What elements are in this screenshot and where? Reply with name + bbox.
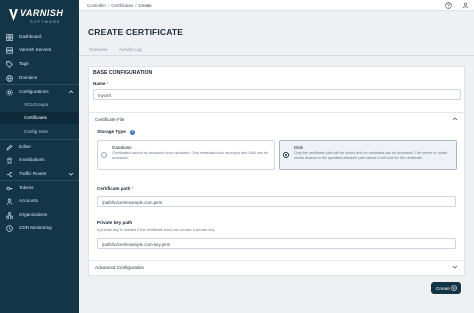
sidebar-subitem-config-sets[interactable]: Config Sets: [0, 126, 79, 138]
sidebar-subitem-label: Config Sets: [24, 129, 48, 134]
sidebar-item-organizations[interactable]: Organizations: [0, 209, 79, 221]
storage-type-label: Storage Type: [97, 129, 126, 134]
sidebar-item-label: Editor: [19, 144, 32, 149]
sidebar-divider: [0, 180, 79, 181]
sidebar-item-dashboard[interactable]: Dashboard: [0, 31, 79, 43]
sidebar-item-editor[interactable]: Editor: [0, 141, 79, 153]
info-icon[interactable]: ?: [130, 129, 135, 135]
tab-activity-log[interactable]: Activity Log: [119, 47, 141, 52]
help-icon[interactable]: [445, 2, 452, 9]
sidebar-item-tags[interactable]: Tags: [0, 58, 79, 70]
advanced-configuration-label: Advanced Configuration: [95, 265, 145, 270]
certificate-path-label-text: Certificate path: [97, 186, 131, 191]
domain-icon: [6, 74, 13, 82]
sidebar-item-varnish-servers[interactable]: Varnish Servers: [0, 44, 79, 56]
sidebar-item-label: Varnish Servers: [19, 47, 52, 52]
storage-option-description: Only the certificate path will be stored…: [294, 151, 448, 160]
sidebar-subitem-label: Certificates: [24, 115, 47, 120]
certificate-file-label: Certificate File: [95, 117, 125, 122]
certificate-path-input[interactable]: /path/to/cert/example.com.pem: [97, 196, 456, 207]
storage-option-disk[interactable]: Disk Only the certificate path will be s…: [279, 140, 457, 170]
radio-disk[interactable]: [283, 152, 289, 158]
sidebar-item-label: Tokens: [19, 185, 34, 190]
editor-icon: [6, 144, 13, 151]
brand-subtitle: SOFTWARE: [30, 19, 61, 24]
required-marker: *: [106, 81, 109, 86]
private-key-help-text: A private key is needed if the certifica…: [97, 228, 216, 232]
storage-option-title: Disk: [294, 145, 303, 150]
section-title: BASE CONFIGURATION: [93, 70, 153, 76]
sidebar-item-label: Tags: [19, 61, 29, 66]
page-title: CREATE CERTIFICATE: [88, 27, 184, 37]
sidebar: VARNISH SOFTWARE Dashboard Varnish Serve…: [0, 0, 79, 313]
breadcrumb-item-certificates[interactable]: Certificates: [111, 3, 133, 8]
storage-option-description: Certificates cannot be accessed once upl…: [112, 151, 268, 160]
sidebar-item-configurations[interactable]: Configurations: [0, 86, 79, 98]
cdn-monitoring-icon: [6, 224, 13, 232]
sidebar-divider: [0, 139, 79, 140]
sidebar-item-traffic-router[interactable]: Traffic Router: [0, 168, 79, 180]
sidebar-item-cdn-monitoring[interactable]: CDN Monitoring: [0, 222, 79, 234]
sidebar-item-label: Traffic Router: [19, 171, 47, 176]
required-marker: *: [131, 186, 134, 191]
create-button-label: Create: [436, 285, 450, 291]
storage-option-database[interactable]: Database Certificates cannot be accessed…: [97, 140, 275, 170]
radio-database[interactable]: [101, 152, 107, 158]
dashboard-icon: [6, 33, 13, 41]
traffic-router-icon: [6, 171, 12, 177]
sidebar-item-label: Domains: [19, 75, 38, 80]
chevron-down-icon: [452, 265, 458, 269]
chevron-up-icon: [68, 89, 74, 93]
certificate-file-section[interactable]: Certificate File: [89, 112, 464, 124]
user-icon[interactable]: [462, 2, 469, 9]
private-key-path-input[interactable]: /path/to/cert/example.com-key.pem: [97, 238, 456, 249]
sidebar-item-label: Organizations: [19, 212, 48, 217]
name-label-text: Name: [93, 81, 106, 86]
private-key-path-label: Private key path: [97, 220, 133, 225]
sidebar-item-label: Accounts: [19, 198, 38, 203]
sidebar-item-label: CDN Monitoring: [19, 225, 52, 230]
breadcrumb: Controller / Certificates / Create: [87, 3, 152, 8]
sidebar-item-label: Dashboard: [19, 34, 42, 39]
invalidation-icon: [7, 157, 12, 163]
token-icon: [6, 186, 13, 190]
varnish-logo-mark-icon: [9, 9, 18, 21]
create-button[interactable]: Create: [431, 282, 461, 294]
plus-circle-icon: [451, 285, 457, 291]
chevron-down-icon: [68, 172, 74, 176]
certificate-path-label: Certificate path *: [97, 186, 134, 191]
breadcrumb-item-create: Create: [138, 3, 152, 8]
chevron-up-icon: [452, 117, 458, 121]
sidebar-item-label: Configurations: [19, 89, 49, 94]
breadcrumb-item-controller[interactable]: Controller: [87, 3, 106, 8]
varnish-logo[interactable]: VARNISH SOFTWARE: [6, 6, 74, 28]
storage-option-title: Database: [112, 145, 132, 150]
sidebar-item-domains[interactable]: Domains: [0, 72, 79, 84]
advanced-configuration-section[interactable]: Advanced Configuration: [89, 260, 464, 272]
sidebar-item-tokens[interactable]: Tokens: [0, 182, 79, 194]
organization-icon: [6, 211, 13, 219]
account-icon: [6, 198, 13, 204]
configuration-icon: [6, 88, 13, 96]
name-input[interactable]: mycert: [93, 89, 461, 100]
sidebar-item-label: Invalidations: [19, 157, 45, 162]
name-label: Name *: [93, 81, 109, 86]
top-bar: Controller / Certificates / Create: [79, 0, 474, 11]
sidebar-subitem-certificates[interactable]: Certificates: [0, 112, 79, 124]
tab-overview[interactable]: Overview: [89, 47, 107, 52]
server-icon: [6, 46, 13, 54]
tab-bar: Overview Activity Log: [79, 44, 474, 56]
tag-icon: [6, 60, 13, 68]
sidebar-divider: [0, 84, 79, 85]
sidebar-item-accounts[interactable]: Accounts: [0, 195, 79, 207]
sidebar-item-invalidations[interactable]: Invalidations: [0, 154, 79, 166]
sidebar-subitem-vclgroups[interactable]: VCLGroups: [0, 99, 79, 111]
brand-name: VARNISH: [20, 8, 64, 18]
sidebar-subitem-label: VCLGroups: [24, 102, 49, 107]
